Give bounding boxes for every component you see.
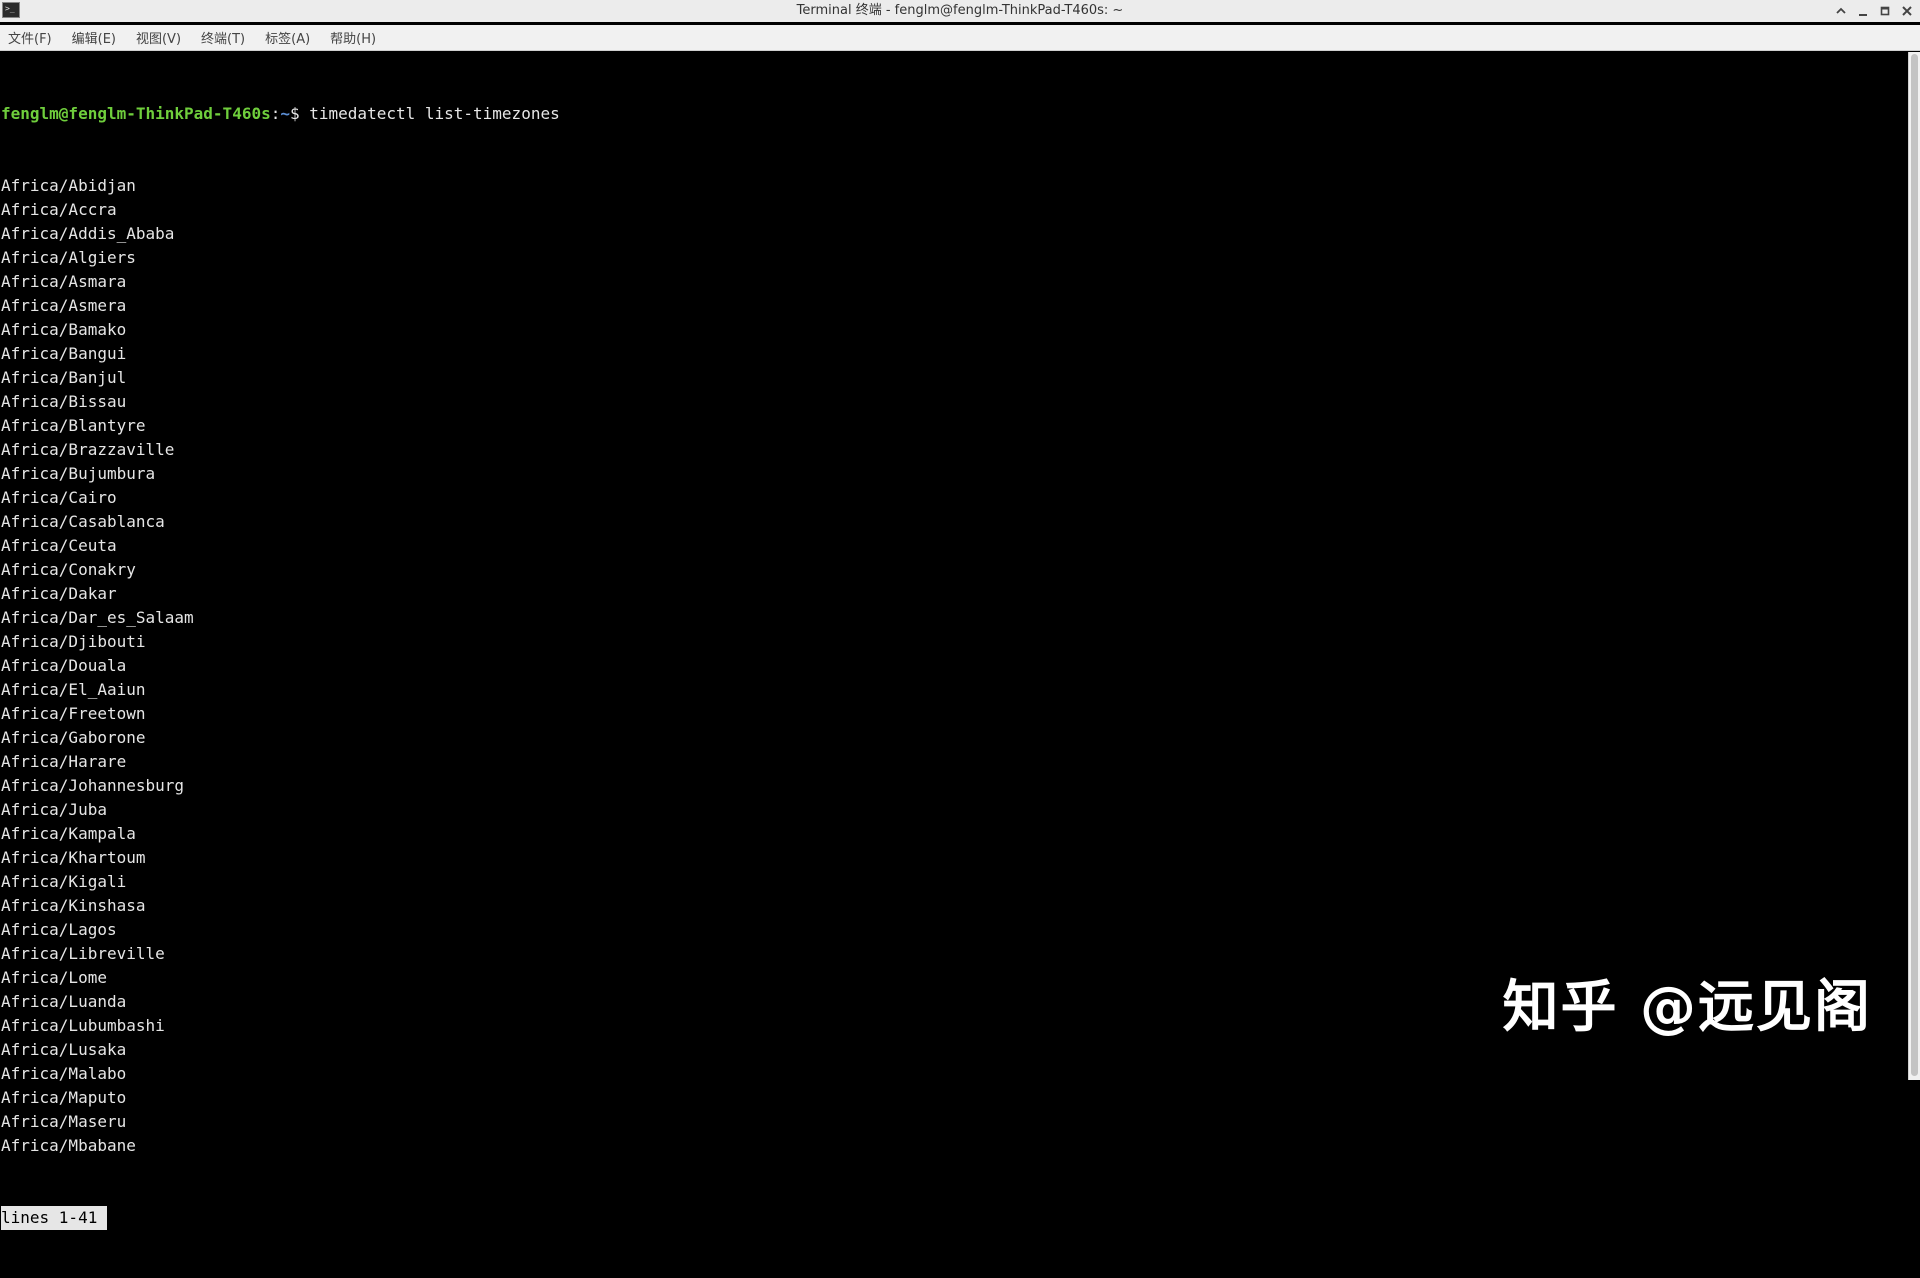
chevron-up-icon[interactable] xyxy=(1834,4,1848,18)
output-line: Africa/Asmara xyxy=(1,272,127,291)
menu-bar: 文件(F) 编辑(E) 视图(V) 终端(T) 标签(A) 帮助(H) xyxy=(0,25,1920,51)
output-line: Africa/Abidjan xyxy=(1,176,136,195)
output-line: Africa/Mbabane xyxy=(1,1136,136,1155)
prompt-user: fenglm@fenglm-ThinkPad-T460s xyxy=(1,104,271,123)
prompt-separator: : xyxy=(270,104,281,123)
menu-terminal[interactable]: 终端(T) xyxy=(201,28,245,47)
output-line: Africa/Cairo xyxy=(1,488,117,507)
output-line: Africa/Addis_Ababa xyxy=(1,224,175,243)
output-line: Africa/Bujumbura xyxy=(1,464,156,483)
output-line: Africa/Bamako xyxy=(1,320,127,339)
terminal-output[interactable]: fenglm@fenglm-ThinkPad-T460s:~$ timedate… xyxy=(0,52,1908,1230)
menu-help[interactable]: 帮助(H) xyxy=(330,28,376,47)
output-line: Africa/Conakry xyxy=(1,560,136,579)
output-line: Africa/Kigali xyxy=(1,872,127,891)
scrollbar[interactable] xyxy=(1908,52,1920,1080)
maximize-icon[interactable] xyxy=(1878,4,1892,18)
output-line: Africa/Bissau xyxy=(1,392,127,411)
output-line: Africa/Banjul xyxy=(1,368,127,387)
output-line: Africa/Dakar xyxy=(1,584,117,603)
output-line: Africa/Asmera xyxy=(1,296,127,315)
output-line: Africa/Juba xyxy=(1,800,107,819)
output-line: Africa/Dar_es_Salaam xyxy=(1,608,194,627)
output-line: Africa/Algiers xyxy=(1,248,136,267)
output-line: Africa/Douala xyxy=(1,656,127,675)
prompt-symbol: $ xyxy=(290,104,310,123)
output-line: Africa/El_Aaiun xyxy=(1,680,146,699)
prompt-line: fenglm@fenglm-ThinkPad-T460s:~$ timedate… xyxy=(1,102,1908,126)
watermark: 知乎 @远见阁 xyxy=(1502,975,1872,1040)
menu-edit[interactable]: 编辑(E) xyxy=(72,28,116,47)
output-line: Africa/Ceuta xyxy=(1,536,117,555)
output-line: Africa/Harare xyxy=(1,752,127,771)
pager-line: lines 1-41 xyxy=(1,1206,1908,1230)
output-line: Africa/Lagos xyxy=(1,920,117,939)
output-line: Africa/Bangui xyxy=(1,344,127,363)
menu-file[interactable]: 文件(F) xyxy=(8,28,52,47)
window-controls xyxy=(1834,0,1914,22)
output-line: Africa/Freetown xyxy=(1,704,146,723)
output-line: Africa/Casablanca xyxy=(1,512,165,531)
title-bar[interactable]: >_ Terminal 终端 - fenglm@fenglm-ThinkPad-… xyxy=(0,0,1920,22)
pager-status: lines 1-41 xyxy=(1,1206,108,1230)
output-line: Africa/Brazzaville xyxy=(1,440,175,459)
output-line: Africa/Maseru xyxy=(1,1112,127,1131)
scrollbar-thumb[interactable] xyxy=(1911,54,1918,1076)
command-text: timedatectl list-timezones xyxy=(309,104,560,123)
output-line: Africa/Khartoum xyxy=(1,848,146,867)
window-title: Terminal 终端 - fenglm@fenglm-ThinkPad-T46… xyxy=(796,3,1124,18)
prompt-path: ~ xyxy=(280,104,290,123)
close-icon[interactable] xyxy=(1900,4,1914,18)
output-line: Africa/Maputo xyxy=(1,1088,127,1107)
output-line: Africa/Blantyre xyxy=(1,416,146,435)
menu-view[interactable]: 视图(V) xyxy=(136,28,181,47)
terminal-window: >_ Terminal 终端 - fenglm@fenglm-ThinkPad-… xyxy=(0,0,1920,1230)
output-line: Africa/Kinshasa xyxy=(1,896,146,915)
output-line: Africa/Djibouti xyxy=(1,632,146,651)
output-line: Africa/Gaborone xyxy=(1,728,146,747)
output-line: Africa/Malabo xyxy=(1,1064,127,1083)
output-line: Africa/Kampala xyxy=(1,824,136,843)
menu-tabs[interactable]: 标签(A) xyxy=(265,28,310,47)
output-line: Africa/Johannesburg xyxy=(1,776,185,795)
minimize-icon[interactable] xyxy=(1856,4,1870,18)
output-line: Africa/Accra xyxy=(1,200,117,219)
